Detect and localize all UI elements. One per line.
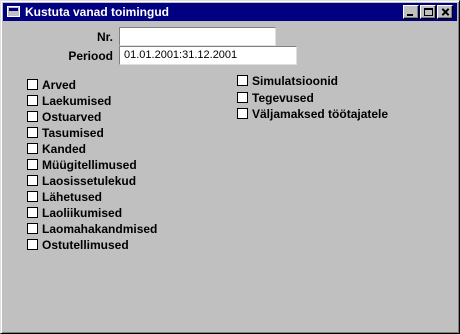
- minimize-button[interactable]: [403, 5, 419, 19]
- checkbox-label: Tegevused: [252, 91, 314, 105]
- checkbox-label: Laomahakandmised: [42, 222, 158, 236]
- checkbox-box[interactable]: [27, 159, 38, 170]
- period-label: Periood: [68, 49, 113, 63]
- checkbox-label: Tasumised: [42, 126, 104, 140]
- maximize-button[interactable]: [420, 5, 436, 19]
- nr-input[interactable]: [119, 27, 276, 46]
- checkbox-label: Lähetused: [42, 190, 103, 204]
- checkbox-box[interactable]: [27, 175, 38, 186]
- checkbox-label: Müügitellimused: [42, 158, 137, 172]
- checkbox-label: Laosissetulekud: [42, 174, 137, 188]
- checkbox-label: Arved: [42, 78, 77, 92]
- title-bar[interactable]: Kustuta vanad toimingud: [3, 3, 457, 21]
- checkbox-label: Simulatsioonid: [252, 74, 339, 88]
- checkbox-box[interactable]: [237, 92, 248, 103]
- checkbox-box[interactable]: [27, 223, 38, 234]
- checkbox-label: Kanded: [42, 142, 87, 156]
- window-title: Kustuta vanad toimingud: [25, 5, 169, 19]
- checkbox-box[interactable]: [27, 143, 38, 154]
- checkbox-box[interactable]: [27, 127, 38, 138]
- nr-label: Nr.: [96, 30, 113, 44]
- checkbox-box[interactable]: [27, 95, 38, 106]
- checkbox-box[interactable]: [27, 239, 38, 250]
- close-button[interactable]: [437, 5, 453, 19]
- checkbox-box[interactable]: [27, 207, 38, 218]
- checkbox-label: Ostuarved: [42, 110, 102, 124]
- checkbox-label: Ostutellimused: [42, 238, 129, 252]
- checkbox-box[interactable]: [27, 111, 38, 122]
- period-input[interactable]: 01.01.2001:31.12.2001: [119, 46, 297, 65]
- checkbox-box[interactable]: [27, 79, 38, 90]
- checkbox-label: Laekumised: [42, 94, 112, 108]
- checkbox-box[interactable]: [237, 75, 248, 86]
- checkbox-box[interactable]: [27, 191, 38, 202]
- checkbox-label: Väljamaksed töötajatele: [252, 107, 389, 121]
- checkbox-box[interactable]: [237, 108, 248, 119]
- dialog-window: Kustuta vanad toimingud Nr. Periood 01.0…: [0, 0, 460, 334]
- window-icon[interactable]: [7, 6, 20, 17]
- checkbox-label: Laoliikumised: [42, 206, 123, 220]
